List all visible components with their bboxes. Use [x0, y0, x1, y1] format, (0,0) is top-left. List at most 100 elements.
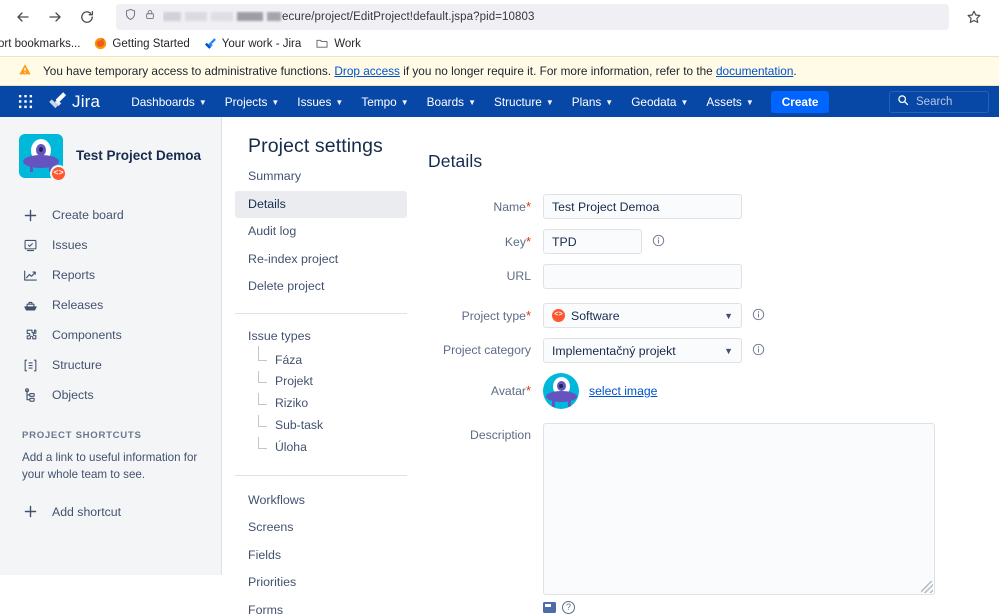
- bookmark-work-folder[interactable]: Work: [315, 37, 361, 53]
- nav-item-dashboards[interactable]: Dashboards ▼: [122, 86, 216, 117]
- settings-nav-audit-log[interactable]: Audit log: [235, 218, 407, 246]
- nav-item-issues[interactable]: Issues ▼: [288, 86, 352, 117]
- sidebar-item-releases[interactable]: Releases: [0, 290, 221, 320]
- settings-nav-fields[interactable]: Fields: [235, 542, 407, 570]
- project-avatar-ufo-icon[interactable]: <>: [19, 134, 67, 182]
- sidebar-item-objects[interactable]: Objects: [0, 380, 221, 410]
- preview-image-icon[interactable]: [543, 602, 556, 613]
- settings-nav-summary[interactable]: Summary: [235, 163, 407, 191]
- name-input[interactable]: [543, 194, 742, 219]
- settings-nav-workflows[interactable]: Workflows: [235, 487, 407, 515]
- issue-type-sub-task[interactable]: Sub-task: [258, 415, 420, 437]
- jira-wordmark: Jira: [72, 91, 101, 111]
- jira-home-logo[interactable]: Jira: [48, 91, 100, 113]
- bookmark-import-bookmarks[interactable]: mport bookmarks...: [0, 39, 80, 51]
- nav-item-geodata[interactable]: Geodata ▼: [622, 86, 697, 117]
- settings-nav-delete-project[interactable]: Delete project: [235, 273, 407, 301]
- bookmark-getting-started[interactable]: Getting Started: [94, 37, 190, 53]
- details-panel: Details Name* Key* URL Project type* <: [420, 117, 999, 614]
- project-category-select[interactable]: Implementačný projekt ▼: [543, 338, 742, 363]
- drop-access-link[interactable]: Drop access: [334, 64, 400, 78]
- info-circle-icon[interactable]: [752, 343, 765, 361]
- app-switcher-icon[interactable]: [12, 91, 38, 113]
- back-button[interactable]: [8, 2, 38, 32]
- settings-nav-details[interactable]: Details: [235, 190, 407, 218]
- search-input[interactable]: Search: [916, 96, 952, 108]
- key-label: Key*: [504, 234, 531, 249]
- select-image-link[interactable]: select image: [589, 384, 657, 398]
- chevron-down-icon: ▼: [468, 98, 476, 107]
- nav-label: Dashboards: [131, 94, 195, 109]
- software-project-badge-icon: <>: [552, 309, 565, 322]
- page-title: Project settings: [248, 135, 383, 157]
- sidebar-item-issues[interactable]: Issues: [0, 230, 221, 260]
- required-marker: *: [525, 199, 531, 214]
- add-shortcut-label: Add shortcut: [52, 504, 122, 519]
- project-type-label: Project type*: [461, 308, 531, 323]
- reload-button[interactable]: [72, 2, 102, 32]
- chevron-down-icon: ▼: [680, 98, 689, 107]
- form-row-name: Name*: [420, 194, 999, 219]
- nav-label: Plans: [571, 94, 602, 109]
- chevron-down-icon: ▼: [545, 98, 554, 107]
- create-button[interactable]: Create: [770, 90, 830, 113]
- page-body: <> Test Project Demoa Create board Issue…: [0, 117, 999, 615]
- add-shortcut-button[interactable]: Add shortcut: [0, 497, 221, 527]
- url-redacted-domain: [163, 11, 281, 21]
- description-textarea[interactable]: [543, 423, 935, 595]
- issue-type-faza[interactable]: Fáza: [258, 345, 420, 372]
- url-text: ecure/project/EditProject!default.jspa?p…: [163, 11, 535, 23]
- bookmarks-bar: mport bookmarks... Getting Started Your …: [0, 34, 999, 56]
- project-header[interactable]: <> Test Project Demoa: [0, 129, 221, 182]
- project-avatar-ufo-icon[interactable]: [543, 373, 579, 409]
- issue-type-projekt[interactable]: Projekt: [258, 371, 420, 393]
- help-circle-icon[interactable]: ?: [562, 601, 575, 614]
- chevron-down-icon: ▼: [335, 98, 344, 107]
- nav-item-boards[interactable]: Boards ▼: [418, 86, 485, 117]
- sidebar-item-create-board[interactable]: Create board: [0, 200, 221, 230]
- resize-handle-icon[interactable]: [921, 581, 933, 593]
- shield-icon: [124, 8, 137, 26]
- settings-nav-issue-types[interactable]: Issue types: [222, 325, 420, 350]
- settings-nav-priorities[interactable]: Priorities: [235, 569, 407, 597]
- url-input[interactable]: [543, 264, 742, 289]
- sidebar-item-label: Create board: [52, 208, 124, 222]
- sidebar-item-components[interactable]: Components: [0, 320, 221, 350]
- issue-type-uloha[interactable]: Úloha: [258, 436, 420, 459]
- nav-label: Tempo: [361, 94, 397, 109]
- chevron-down-icon: ▼: [724, 310, 733, 321]
- banner-text-3: .: [793, 64, 797, 78]
- nav-label: Issues: [297, 94, 332, 109]
- project-type-select[interactable]: <> Software ▼: [543, 303, 742, 328]
- settings-nav-screens[interactable]: Screens: [235, 514, 407, 542]
- nav-item-structure[interactable]: Structure ▼: [485, 86, 563, 117]
- documentation-link[interactable]: documentation: [716, 64, 793, 78]
- address-bar[interactable]: ecure/project/EditProject!default.jspa?p…: [116, 4, 949, 30]
- info-circle-icon[interactable]: [752, 308, 765, 326]
- nav-item-assets[interactable]: Assets ▼: [697, 86, 762, 117]
- bookmark-star-button[interactable]: [959, 2, 989, 32]
- sidebar-item-structure[interactable]: Structure: [0, 350, 221, 380]
- avatar-label: Avatar*: [490, 383, 531, 398]
- forward-button[interactable]: [40, 2, 70, 32]
- chevron-down-icon: ▼: [745, 98, 754, 107]
- folder-icon: [315, 37, 329, 53]
- settings-nav-reindex-project[interactable]: Re-index project: [235, 246, 407, 274]
- sidebar-item-reports[interactable]: Reports: [0, 260, 221, 290]
- sidebar-item-label: Structure: [52, 358, 102, 372]
- chevron-down-icon: ▼: [605, 98, 614, 107]
- banner-text-2: if you no longer require it. For more in…: [403, 64, 713, 78]
- nav-item-projects[interactable]: Projects ▼: [216, 86, 289, 117]
- jira-logo-icon: [48, 91, 67, 113]
- project-name: Test Project Demoa: [76, 147, 202, 163]
- info-circle-icon[interactable]: [652, 234, 665, 252]
- key-input[interactable]: [543, 229, 642, 254]
- search-box[interactable]: Search: [889, 90, 989, 113]
- settings-nav: Summary Details Audit log Re-index proje…: [222, 117, 420, 615]
- nav-item-plans[interactable]: Plans ▼: [563, 86, 622, 117]
- settings-nav-forms[interactable]: Forms: [235, 597, 407, 615]
- nav-item-tempo[interactable]: Tempo ▼: [352, 86, 417, 117]
- issue-type-riziko[interactable]: Riziko: [258, 393, 420, 415]
- bookmark-your-work-jira[interactable]: Your work - Jira: [204, 37, 301, 53]
- lock-icon: [144, 8, 156, 26]
